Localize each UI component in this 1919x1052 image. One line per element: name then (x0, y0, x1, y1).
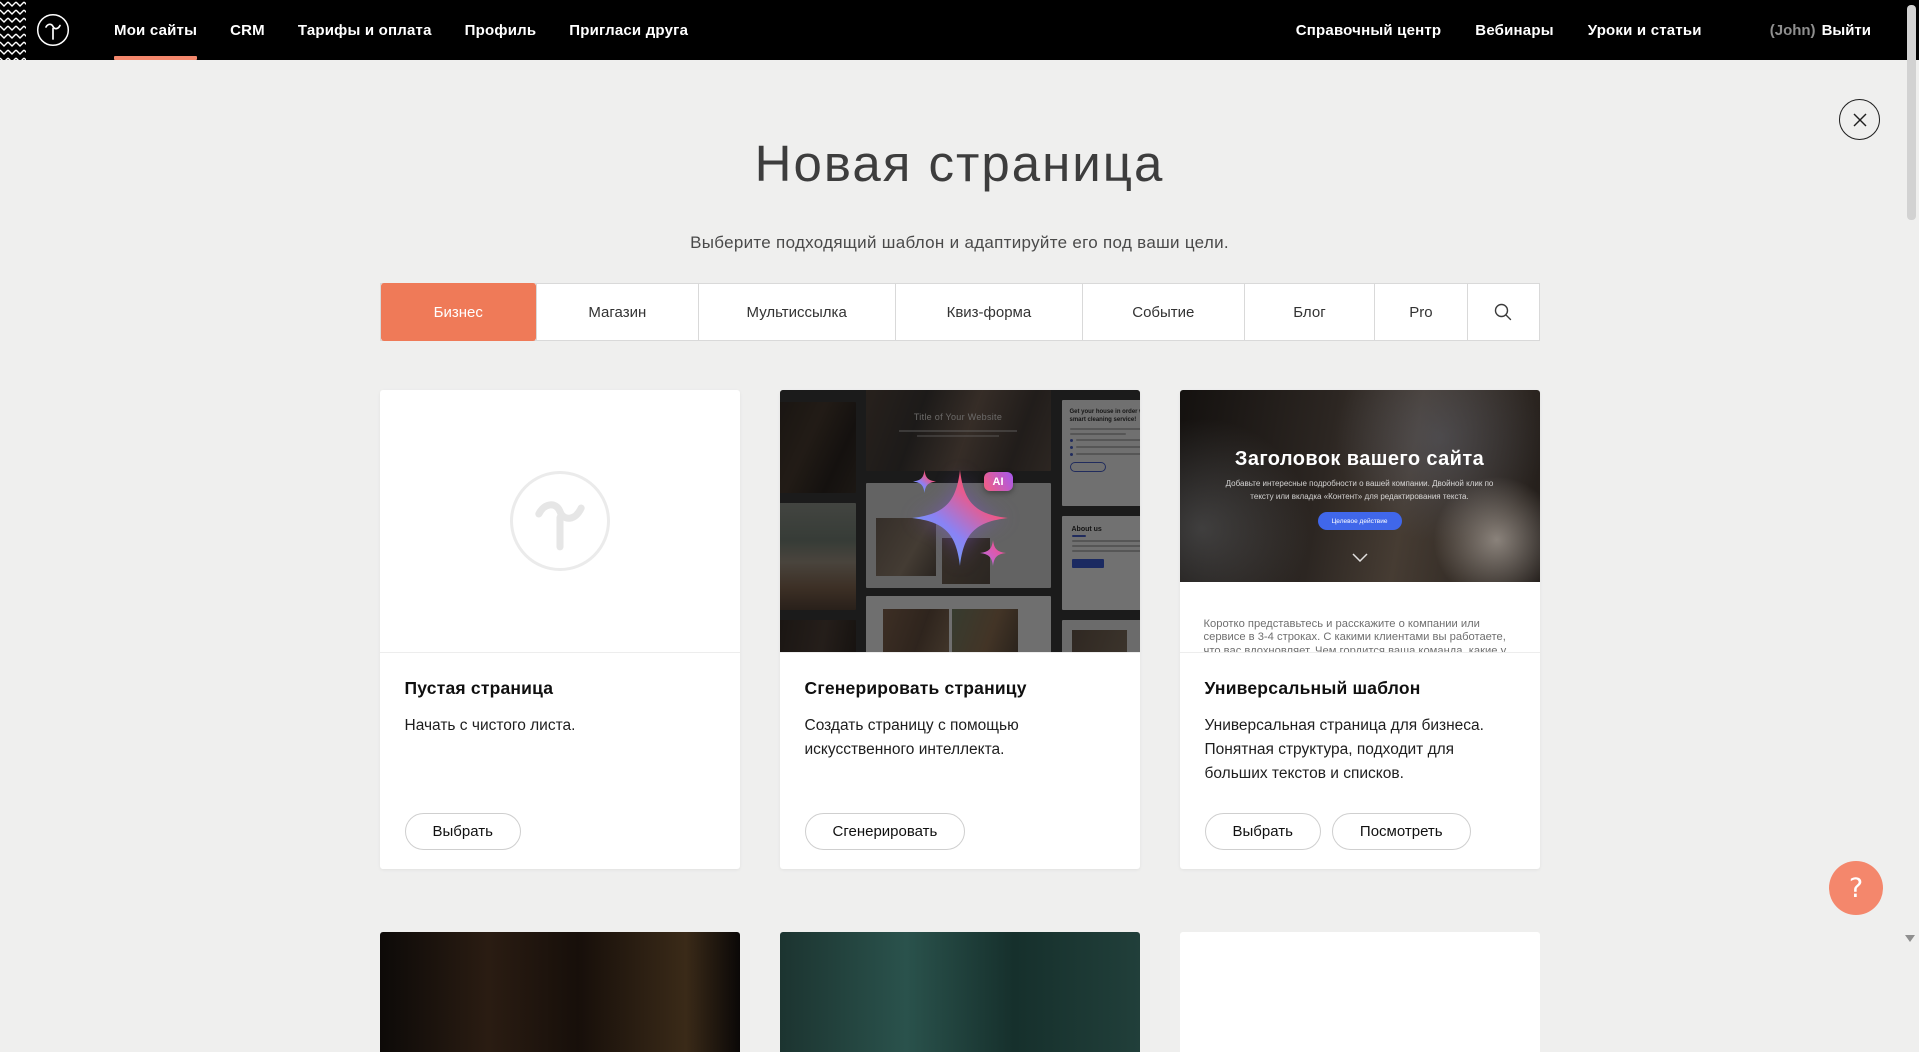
tab-label: Мультиссылка (747, 304, 847, 321)
search-icon (1493, 302, 1513, 322)
nav-item-help-center[interactable]: Справочный центр (1296, 0, 1442, 60)
ai-generate-preview[interactable]: Title of Your Website Get your house in … (780, 390, 1140, 653)
nav-item-label: Мои сайты (114, 22, 197, 39)
tab-label: Квиз-форма (947, 304, 1032, 321)
scrollbar-down-arrow[interactable] (1905, 935, 1915, 942)
sparkle-icon-small (913, 470, 936, 493)
choose-button[interactable]: Выбрать (1205, 813, 1321, 850)
card-description: Начать с чистого листа. (405, 714, 715, 738)
card-title: Универсальный шаблон (1205, 678, 1515, 699)
top-navbar: Мои сайты CRM Тарифы и оплата Профиль Пр… (0, 0, 1919, 60)
blank-page-preview[interactable] (380, 390, 740, 653)
tab-label: Магазин (588, 304, 646, 321)
nav-item-lessons[interactable]: Уроки и статьи (1588, 0, 1702, 60)
card-buttons: Выбрать Посмотреть (1205, 813, 1471, 850)
ai-sparkles: AI (780, 390, 1140, 652)
mini-cta-button: Целевое действие (1318, 512, 1402, 530)
template-cards-grid-row2 (380, 932, 1540, 1052)
tab-label: Событие (1132, 304, 1194, 321)
close-icon (1851, 111, 1869, 129)
chevron-down-icon (1352, 553, 1368, 562)
nav-item-label: Профиль (465, 22, 537, 39)
nav-item-label: CRM (230, 22, 265, 39)
nav-item-tariffs[interactable]: Тарифы и оплата (298, 0, 432, 60)
active-nav-underline (114, 56, 197, 60)
template-cards-grid: Пустая страница Начать с чистого листа. … (380, 390, 1540, 869)
mini-hero-section: Заголовок вашего сайта Добавьте интересн… (1180, 390, 1540, 582)
view-button[interactable]: Посмотреть (1332, 813, 1471, 850)
help-icon: ? (1849, 873, 1863, 904)
card-title: Сгенерировать страницу (805, 678, 1115, 699)
tilda-watermark-icon (510, 471, 610, 571)
page-title: Новая страница (0, 134, 1919, 193)
tab-label: Pro (1409, 304, 1432, 321)
ai-badge: AI (984, 472, 1013, 491)
template-card-partial[interactable] (380, 932, 740, 1052)
card-description: Создать страницу с помощью искусственног… (805, 714, 1115, 762)
tab-label: Бизнес (434, 304, 483, 321)
close-button[interactable] (1839, 99, 1880, 140)
help-button[interactable]: ? (1829, 861, 1883, 915)
nav-item-label: Тарифы и оплата (298, 22, 432, 39)
wave-pattern-decoration (0, 0, 26, 60)
card-title: Пустая страница (405, 678, 715, 699)
nav-item-label: Вебинары (1475, 22, 1553, 39)
sparkle-icon-small (980, 540, 1006, 566)
nav-item-my-sites[interactable]: Мои сайты (114, 0, 197, 60)
tab-label: Блог (1293, 304, 1325, 321)
nav-item-profile[interactable]: Профиль (465, 0, 537, 60)
card-universal-template: Заголовок вашего сайта Добавьте интересн… (1180, 390, 1540, 869)
nav-item-label: Уроки и статьи (1588, 22, 1702, 39)
secondary-nav: Справочный центр Вебинары Уроки и статьи… (1296, 0, 1871, 60)
mini-hero-subtitle: Добавьте интересные подробности о вашей … (1223, 478, 1497, 504)
tab-pro[interactable]: Pro (1374, 284, 1466, 340)
nav-item-crm[interactable]: CRM (230, 0, 265, 60)
tab-event[interactable]: Событие (1082, 284, 1244, 340)
nav-item-webinars[interactable]: Вебинары (1475, 0, 1553, 60)
template-category-tabs: Бизнес Магазин Мультиссылка Квиз-форма С… (380, 283, 1540, 341)
card-blank-page: Пустая страница Начать с чистого листа. … (380, 390, 740, 869)
card-text-block: Сгенерировать страницу Создать страницу … (780, 653, 1140, 762)
card-ai-generate: Title of Your Website Get your house in … (780, 390, 1140, 869)
tab-multilink[interactable]: Мультиссылка (698, 284, 895, 340)
mini-hero-title: Заголовок вашего сайта (1180, 448, 1540, 471)
tab-quiz-form[interactable]: Квиз-форма (895, 284, 1082, 340)
choose-button[interactable]: Выбрать (405, 813, 521, 850)
main-nav: Мои сайты CRM Тарифы и оплата Профиль Пр… (114, 0, 688, 60)
card-text-block: Пустая страница Начать с чистого листа. (380, 653, 740, 738)
card-text-block: Универсальный шаблон Универсальная стран… (1180, 653, 1540, 786)
logout-link[interactable]: Выйти (1822, 22, 1871, 39)
page-subtitle: Выберите подходящий шаблон и адаптируйте… (0, 233, 1919, 253)
card-description: Универсальная страница для бизнеса. Поня… (1205, 714, 1515, 786)
generate-button[interactable]: Сгенерировать (805, 813, 966, 850)
tab-shop[interactable]: Магазин (536, 284, 698, 340)
card-buttons: Выбрать (405, 813, 521, 850)
tilda-logo-icon[interactable] (36, 13, 70, 47)
template-card-partial[interactable] (1180, 932, 1540, 1052)
nav-item-label: Пригласи друга (569, 22, 688, 39)
tab-search[interactable] (1467, 284, 1539, 340)
mini-body-text: Коротко представьтесь и расскажите о ком… (1204, 618, 1516, 653)
account-area: (John) Выйти (1770, 0, 1871, 60)
template-card-partial[interactable] (780, 932, 1140, 1052)
nav-item-label: Справочный центр (1296, 22, 1442, 39)
card-buttons: Сгенерировать (805, 813, 966, 850)
universal-template-preview[interactable]: Заголовок вашего сайта Добавьте интересн… (1180, 390, 1540, 653)
account-username: (John) (1770, 22, 1816, 39)
nav-item-invite-friend[interactable]: Пригласи друга (569, 0, 688, 60)
tab-business[interactable]: Бизнес (381, 283, 537, 341)
tab-blog[interactable]: Блог (1244, 284, 1375, 340)
scrollbar-thumb[interactable] (1907, 5, 1916, 220)
